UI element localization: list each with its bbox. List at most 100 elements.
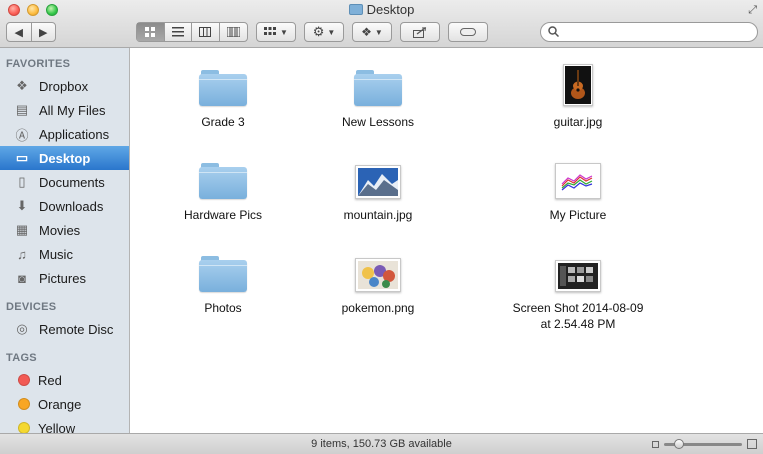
forward-arrow-icon: ▶ bbox=[39, 26, 48, 39]
file-item[interactable]: pokemon.png bbox=[288, 248, 468, 316]
list-view-button[interactable] bbox=[165, 23, 192, 41]
sidebar-item-documents[interactable]: ▯ Documents bbox=[0, 170, 129, 194]
sidebar-item-label: Downloads bbox=[39, 198, 104, 214]
sidebar-item-label: Yellow bbox=[38, 420, 76, 434]
folder-icon bbox=[354, 70, 402, 106]
file-item[interactable]: My Picture bbox=[488, 155, 668, 223]
sidebar-item-desktop[interactable]: ▭ Desktop bbox=[0, 146, 129, 170]
picture-thumbnail bbox=[555, 163, 601, 199]
chevron-down-icon: ▼ bbox=[374, 27, 383, 37]
folder-icon bbox=[199, 256, 247, 292]
favorites-header: FAVORITES bbox=[6, 58, 71, 70]
sidebar-item-label: Movies bbox=[39, 222, 81, 238]
downloads-icon: ⬇ bbox=[16, 198, 28, 213]
folder-item[interactable]: Grade 3 bbox=[133, 62, 313, 130]
icon-view-button[interactable] bbox=[137, 23, 165, 41]
dropbox-icon: ❖ bbox=[16, 78, 28, 93]
file-name-label: guitar.jpg bbox=[553, 115, 603, 129]
documents-icon: ▯ bbox=[18, 174, 26, 189]
file-name-label: Screen Shot 2014-08-09 at 2.54.48 PM bbox=[512, 301, 644, 331]
fullscreen-icon[interactable]: ⤢ bbox=[748, 4, 757, 17]
disc-icon: ◎ bbox=[16, 321, 28, 336]
sidebar-item-label: Red bbox=[38, 372, 62, 388]
tag-color-dot-icon bbox=[18, 398, 30, 410]
small-icon-size-icon bbox=[652, 441, 659, 448]
desktop-icon: ▭ bbox=[15, 150, 29, 165]
status-text: 9 items, 150.73 GB available bbox=[311, 438, 452, 450]
file-icon-container bbox=[288, 62, 468, 106]
tags-button[interactable] bbox=[448, 22, 488, 42]
tag-color-dot-icon bbox=[18, 422, 30, 433]
file-name-label: pokemon.png bbox=[341, 301, 415, 315]
file-icon-container bbox=[488, 248, 668, 292]
sidebar-tag-yellow[interactable]: Yellow bbox=[0, 416, 129, 433]
file-name-label: mountain.jpg bbox=[343, 208, 413, 222]
file-icon-container bbox=[133, 62, 313, 106]
file-name-label: Hardware Pics bbox=[183, 208, 263, 222]
search-field[interactable] bbox=[540, 22, 758, 42]
file-item[interactable]: guitar.jpg bbox=[488, 62, 668, 130]
file-icon-container bbox=[133, 248, 313, 292]
column-view-button[interactable] bbox=[192, 23, 220, 41]
tag-icon bbox=[460, 28, 476, 36]
window-title-text: Desktop bbox=[366, 2, 415, 17]
guitar-image-thumbnail bbox=[563, 64, 593, 106]
file-item[interactable]: mountain.jpg bbox=[288, 155, 468, 223]
sidebar-item-downloads[interactable]: ⬇ Downloads bbox=[0, 194, 129, 218]
folder-icon bbox=[199, 163, 247, 199]
folder-item[interactable]: New Lessons bbox=[288, 62, 468, 130]
back-forward-control: ◀ ▶ bbox=[6, 22, 56, 42]
list-view-icon bbox=[171, 27, 184, 37]
large-icon-size-icon bbox=[747, 439, 757, 449]
sidebar-item-dropbox[interactable]: ❖ Dropbox bbox=[0, 74, 129, 98]
file-name-label: Photos bbox=[204, 301, 242, 315]
music-icon: ♫ bbox=[17, 246, 27, 262]
chevron-down-icon: ▼ bbox=[327, 27, 336, 37]
back-button[interactable]: ◀ bbox=[7, 23, 32, 41]
file-icon-container bbox=[133, 155, 313, 199]
sidebar-item-pictures[interactable]: ◙ Pictures bbox=[0, 266, 129, 290]
dropbox-button[interactable]: ❖ ▼ bbox=[352, 22, 392, 42]
view-mode-control bbox=[136, 22, 248, 42]
sidebar-item-music[interactable]: ♫ Music bbox=[0, 242, 129, 266]
sidebar-item-remote-disc[interactable]: ◎ Remote Disc bbox=[0, 317, 129, 341]
file-name-label: New Lessons bbox=[341, 115, 415, 129]
sidebar-tag-red[interactable]: Red bbox=[0, 368, 129, 392]
mountain-image-thumbnail bbox=[355, 165, 401, 199]
file-icon-container bbox=[488, 155, 668, 199]
sidebar-item-label: All My Files bbox=[39, 102, 106, 118]
title-bar: Desktop ⤢ ◀ ▶ ▼ ⚙ ▼ ❖ ▼ bbox=[0, 0, 763, 48]
slider-knob[interactable] bbox=[674, 439, 684, 449]
window-title: Desktop bbox=[0, 2, 763, 17]
sidebar-item-label: Pictures bbox=[39, 270, 86, 286]
coverflow-view-button[interactable] bbox=[220, 23, 247, 41]
sidebar-item-movies[interactable]: ▦ Movies bbox=[0, 218, 129, 242]
coverflow-view-icon bbox=[226, 27, 240, 37]
file-icon-container bbox=[488, 62, 668, 106]
sidebar-item-label: Dropbox bbox=[39, 78, 89, 94]
forward-button[interactable]: ▶ bbox=[32, 23, 56, 41]
share-button[interactable] bbox=[400, 22, 440, 42]
sidebar-item-label: Applications bbox=[39, 126, 110, 142]
file-name-label: Grade 3 bbox=[201, 115, 245, 129]
sidebar-item-label: Orange bbox=[38, 396, 82, 412]
back-arrow-icon: ◀ bbox=[14, 26, 23, 39]
file-item[interactable]: Screen Shot 2014-08-09 at 2.54.48 PM bbox=[488, 248, 668, 332]
folder-item[interactable]: Hardware Pics bbox=[133, 155, 313, 223]
folder-item[interactable]: Photos bbox=[133, 248, 313, 316]
column-view-icon bbox=[199, 27, 212, 37]
sidebar-item-label: Music bbox=[39, 246, 73, 262]
status-bar: 9 items, 150.73 GB available bbox=[0, 433, 763, 454]
action-button[interactable]: ⚙ ▼ bbox=[304, 22, 344, 42]
icon-size-slider[interactable] bbox=[664, 439, 742, 449]
sidebar-item-label: Desktop bbox=[39, 150, 91, 166]
pictures-icon: ◙ bbox=[18, 270, 26, 286]
arrange-button[interactable]: ▼ bbox=[256, 22, 296, 42]
movies-icon: ▦ bbox=[15, 222, 29, 237]
sidebar-tag-orange[interactable]: Orange bbox=[0, 392, 129, 416]
sidebar-item-label: Documents bbox=[39, 174, 105, 190]
arrange-grid-icon bbox=[264, 27, 277, 35]
sidebar-item-all-my-files[interactable]: ▤ All My Files bbox=[0, 98, 129, 122]
sidebar-item-applications[interactable]: Ⓐ Applications bbox=[0, 122, 129, 146]
all-files-icon: ▤ bbox=[15, 102, 29, 117]
